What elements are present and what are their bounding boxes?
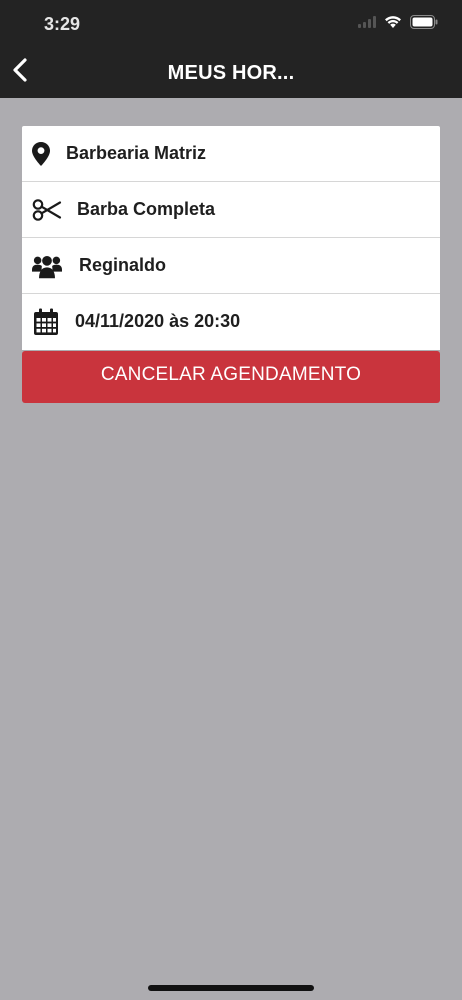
battery-icon [410,14,438,34]
list-item-service: Barba Completa [22,182,440,238]
professional-label: Reginaldo [79,255,167,275]
signal-icon [358,15,376,33]
users-icon [32,252,62,280]
location-label: Barbearia Matriz [66,143,207,163]
nav-bar: MEUS HOR... [0,46,462,98]
service-label: Barba Completa [77,199,216,219]
cancel-appointment-button[interactable]: CANCELAR AGENDAMENTO [22,351,440,403]
page-title: MEUS HOR... [167,62,295,84]
status-bar: 3:29 [0,0,462,46]
calendar-icon [31,308,61,336]
status-time: 3:29 [44,14,81,34]
scissors-icon [32,196,62,224]
list-item-professional: Reginaldo [22,238,440,294]
list-item-datetime: 04/11/2020 às 20:30 [22,294,440,350]
home-indicator [148,985,314,991]
location-pin-icon [26,140,56,168]
list-item-location: Barbearia Matriz [22,126,440,182]
appointment-card: Barbearia Matriz Barba Completa Reginald [22,126,440,350]
wifi-icon [384,15,402,34]
status-icons [358,14,438,34]
datetime-label: 04/11/2020 às 20:30 [75,311,241,331]
